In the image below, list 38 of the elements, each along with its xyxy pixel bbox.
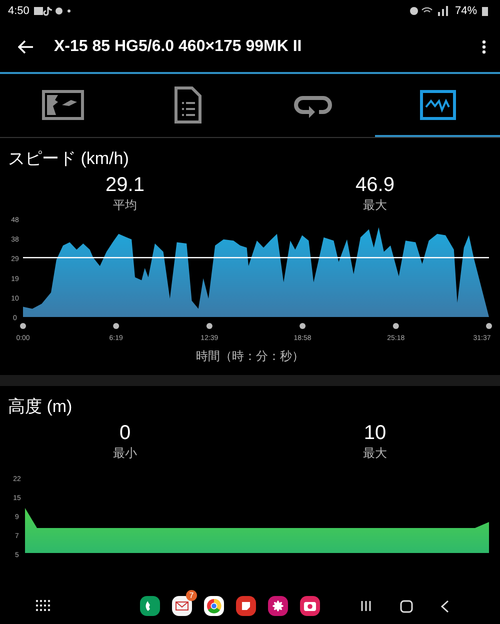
x-tick-dot — [300, 323, 306, 329]
battery-percent: 74% — [454, 5, 477, 17]
back-icon[interactable] — [441, 600, 449, 612]
document-list-icon — [174, 86, 202, 124]
mail-app-icon[interactable] — [172, 596, 192, 616]
stat-value: 29.1 — [106, 174, 144, 197]
battery-icon — [482, 6, 488, 16]
back-arrow-icon[interactable] — [18, 40, 34, 54]
browser-app-icon[interactable] — [204, 596, 224, 616]
recent-apps-icon[interactable] — [360, 600, 372, 612]
map-image-icon — [42, 90, 84, 120]
stat-label: 最小 — [113, 445, 137, 462]
flower-app-icon[interactable] — [268, 596, 288, 616]
stat-value: 46.9 — [356, 174, 394, 197]
notes-app-icon[interactable] — [236, 596, 256, 616]
stat-label: 平均 — [113, 197, 137, 214]
phone-app-icon[interactable] — [140, 596, 160, 616]
home-icon[interactable] — [400, 600, 413, 612]
x-tick-dot — [392, 323, 399, 329]
x-tick-dot — [206, 323, 212, 329]
axis-title: 時間（時：分：秒） — [195, 348, 305, 365]
section-title: スピード (km/h) — [7, 148, 130, 170]
app-grid-icon[interactable] — [36, 600, 50, 612]
status-icons — [410, 6, 450, 16]
stat-label: 最大 — [363, 445, 387, 462]
x-tick-dot — [20, 323, 26, 329]
x-tick-dot — [486, 323, 492, 329]
stat-value: 10 — [364, 422, 386, 445]
activity-chart-icon — [420, 90, 456, 120]
camera-app-icon[interactable] — [300, 596, 320, 616]
clock: 4:50 — [8, 5, 30, 17]
app-title: X-15 85 HG5/6.0 460×175 99MK II — [54, 38, 303, 56]
notification-badge: 7 — [186, 590, 197, 601]
more-menu-icon[interactable] — [482, 40, 486, 54]
stat-label: 最大 — [363, 197, 387, 214]
section-title: 高度 (m) — [7, 396, 74, 418]
x-tick-dot — [113, 323, 120, 329]
stat-value: 0 — [119, 422, 131, 445]
